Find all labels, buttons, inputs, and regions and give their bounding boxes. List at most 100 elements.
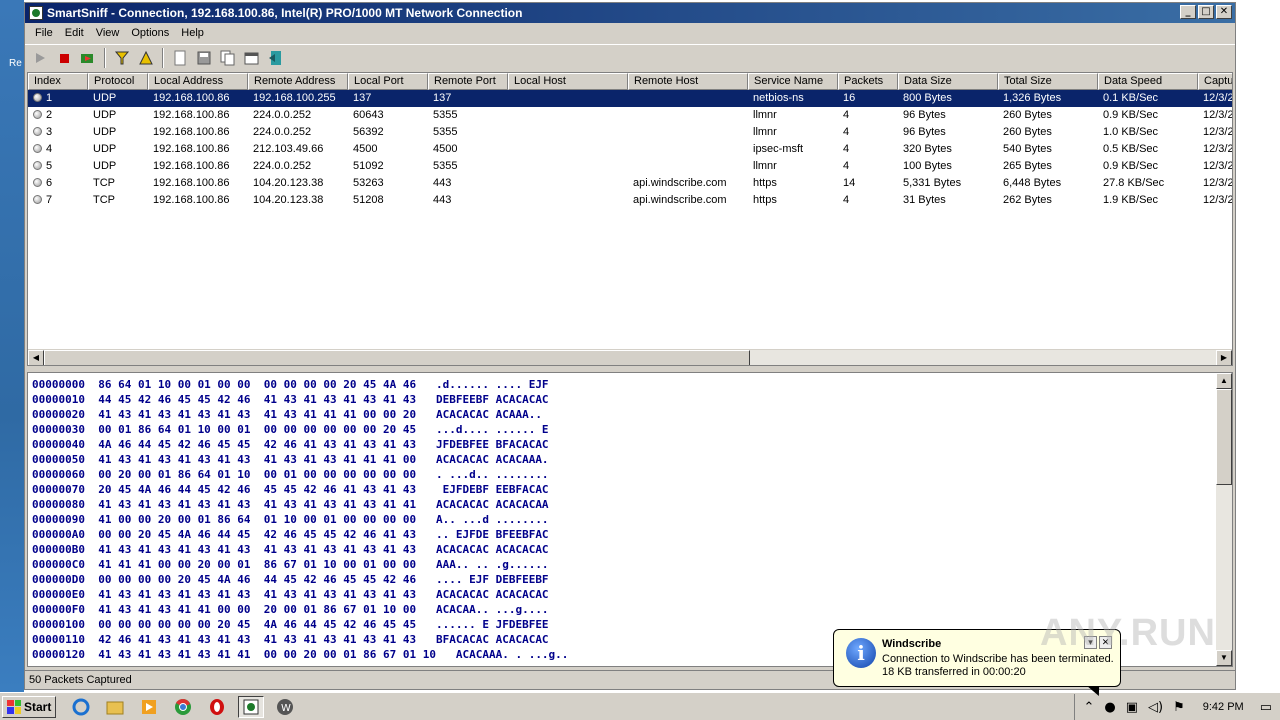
smartsniff-icon[interactable] xyxy=(238,695,265,718)
menu-help[interactable]: Help xyxy=(175,27,210,39)
table-cell-service: ipsec-msft xyxy=(753,143,804,155)
chrome-icon[interactable] xyxy=(170,696,196,718)
scroll-right-icon[interactable]: ▶ xyxy=(1216,350,1232,365)
exit-icon[interactable] xyxy=(265,47,287,69)
scroll-up-icon[interactable]: ▲ xyxy=(1216,373,1232,389)
column-header[interactable]: Local Address xyxy=(148,73,248,90)
action-center-flag-icon[interactable]: ⚑ xyxy=(1173,700,1185,715)
table-cell-local-host xyxy=(508,90,628,107)
table-row[interactable]: 2 UDP 192.168.100.86 224.0.0.252 60643 5355 ll… xyxy=(28,107,1232,124)
maximize-button[interactable]: □ xyxy=(1198,5,1214,19)
table-cell-data-size: 5,331 Bytes xyxy=(903,177,962,189)
close-button[interactable]: ✕ xyxy=(1216,5,1232,19)
windscribe-icon[interactable]: W xyxy=(272,696,298,718)
column-header-row: Index Protocol Local Address Remote Addr… xyxy=(28,73,1232,90)
table-cell-total-size: 1,326 Bytes xyxy=(1003,92,1062,104)
scrollbar-thumb[interactable] xyxy=(44,350,750,365)
table-cell-speed: 0.9 KB/Sec xyxy=(1103,109,1159,121)
table-row[interactable]: 3 UDP 192.168.100.86 224.0.0.252 56392 5355 ll… xyxy=(28,124,1232,141)
show-desktop-icon[interactable]: ▭ xyxy=(1260,700,1272,715)
horizontal-scrollbar[interactable]: ◀ ▶ xyxy=(28,349,1232,365)
menu-options[interactable]: Options xyxy=(125,27,175,39)
save-icon[interactable] xyxy=(193,47,215,69)
show-hidden-icons-icon[interactable]: ⌃ xyxy=(1083,700,1094,715)
hex-line: 00000100 00 00 00 00 00 00 20 45 4A 46 4… xyxy=(32,618,549,631)
explorer-icon[interactable] xyxy=(102,696,128,718)
ie-icon[interactable] xyxy=(68,696,94,718)
table-cell-remote-host: api.windscribe.com xyxy=(633,194,727,206)
column-header[interactable]: Remote Port xyxy=(428,73,508,90)
media-player-icon[interactable] xyxy=(136,696,162,718)
table-cell-local-host xyxy=(508,124,628,141)
table-cell-local-address: 192.168.100.86 xyxy=(153,109,230,121)
filter-icon[interactable] xyxy=(111,47,133,69)
column-header[interactable]: Local Port xyxy=(348,73,428,90)
hex-line: 000000B0 41 43 41 43 41 43 41 43 41 43 4… xyxy=(32,543,549,556)
menu-file[interactable]: File xyxy=(29,27,59,39)
column-header[interactable]: Local Host xyxy=(508,73,628,90)
status-text: 50 Packets Captured xyxy=(29,674,132,686)
column-header[interactable]: Index xyxy=(28,73,88,90)
windscribe-tray-icon[interactable]: ● xyxy=(1104,700,1115,715)
properties-icon[interactable] xyxy=(241,47,263,69)
column-header[interactable]: Service Name xyxy=(748,73,838,90)
hex-line: 000000F0 41 43 41 43 41 41 00 00 20 00 0… xyxy=(32,603,549,616)
table-row[interactable]: 5 UDP 192.168.100.86 224.0.0.252 51092 5355 ll… xyxy=(28,158,1232,175)
scroll-down-icon[interactable]: ▼ xyxy=(1216,650,1232,666)
play-icon[interactable] xyxy=(29,47,51,69)
new-icon[interactable] xyxy=(169,47,191,69)
clock[interactable]: 9:42 PM xyxy=(1203,701,1244,713)
table-cell-local-host xyxy=(508,158,628,175)
menu-edit[interactable]: Edit xyxy=(59,27,90,39)
hex-line: 00000060 00 20 00 01 86 64 01 10 00 01 0… xyxy=(32,468,549,481)
table-cell-local-address: 192.168.100.86 xyxy=(153,160,230,172)
minimize-button[interactable]: _ xyxy=(1180,5,1196,19)
table-row[interactable]: 7 TCP 192.168.100.86 104.20.123.38 51208 443 a… xyxy=(28,192,1232,209)
table-cell-local-port: 4500 xyxy=(353,143,378,155)
column-header[interactable]: Remote Host xyxy=(628,73,748,90)
table-cell-remote-port: 443 xyxy=(433,194,452,206)
column-header[interactable]: Protocol xyxy=(88,73,148,90)
table-cell-remote-port: 5355 xyxy=(433,160,458,172)
filter-options-icon[interactable] xyxy=(135,47,157,69)
volume-icon[interactable]: ◁) xyxy=(1148,700,1163,715)
table-cell-local-address: 192.168.100.86 xyxy=(153,194,230,206)
opera-icon[interactable] xyxy=(204,696,230,718)
table-cell-capture: 12/3/2 xyxy=(1203,177,1233,189)
row-index: 3 xyxy=(46,126,53,138)
table-row[interactable]: 6 TCP 192.168.100.86 104.20.123.38 53263 443 a… xyxy=(28,175,1232,192)
vertical-scrollbar[interactable]: ▲ ▼ xyxy=(1216,373,1232,666)
table-cell-data-size: 320 Bytes xyxy=(903,143,952,155)
menu-view[interactable]: View xyxy=(90,27,126,39)
connections-list[interactable]: Index Protocol Local Address Remote Addr… xyxy=(27,72,1233,366)
table-cell-index: 5 xyxy=(28,158,88,175)
table-cell-service: netbios-ns xyxy=(753,92,804,104)
table-row[interactable]: 4 UDP 192.168.100.86 212.103.49.66 4500 4500 i… xyxy=(28,141,1232,158)
column-header[interactable]: Remote Address xyxy=(248,73,348,90)
column-header[interactable]: Packets xyxy=(838,73,898,90)
start-button[interactable]: Start xyxy=(2,695,57,718)
table-cell-remote-host xyxy=(628,158,748,175)
title-bar[interactable]: SmartSniff - Connection, 192.168.100.86,… xyxy=(25,3,1235,23)
table-row[interactable]: 1 UDP 192.168.100.86 192.168.100.255 137 137 n… xyxy=(28,90,1232,107)
copy-icon[interactable] xyxy=(217,47,239,69)
column-header[interactable]: Data Speed xyxy=(1098,73,1198,90)
scroll-left-icon[interactable]: ◀ xyxy=(28,350,44,365)
column-header[interactable]: Captu xyxy=(1198,73,1232,90)
go-icon[interactable] xyxy=(77,47,99,69)
scrollbar-thumb[interactable] xyxy=(1216,389,1232,485)
system-tray: ⌃ ● ▣ ◁) ⚑ 9:42 PM ▭ xyxy=(1074,694,1280,720)
table-cell-total-size: 260 Bytes xyxy=(1003,109,1052,121)
stop-icon[interactable] xyxy=(53,47,75,69)
column-header[interactable]: Data Size xyxy=(898,73,998,90)
hex-line: 00000030 00 01 86 64 01 10 00 01 00 00 0… xyxy=(32,423,549,436)
row-index: 5 xyxy=(46,160,53,172)
hex-line: 00000070 20 45 4A 46 44 45 42 46 45 45 4… xyxy=(32,483,549,496)
table-cell-capture: 12/3/2 xyxy=(1203,160,1233,172)
network-icon[interactable]: ▣ xyxy=(1126,700,1138,715)
table-cell-data-size: 100 Bytes xyxy=(903,160,952,172)
table-cell-remote-address: 224.0.0.252 xyxy=(253,126,312,138)
column-header[interactable]: Total Size xyxy=(998,73,1098,90)
notification-line: 18 KB transferred in 00:00:20 xyxy=(882,666,1026,678)
desktop-icon-label[interactable]: Re xyxy=(9,58,22,69)
